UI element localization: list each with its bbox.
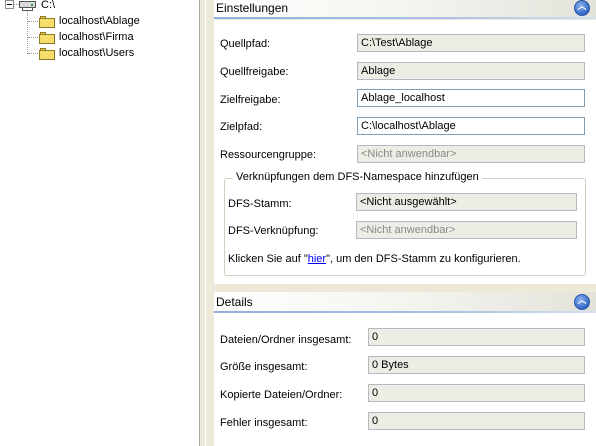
dfs-groupbox: Verknüpfungen dem DFS-Namespace hinzufüg… xyxy=(224,171,586,276)
dateien-field[interactable]: 0 xyxy=(368,328,585,346)
details-pane: Einstellungen ︿ Quellpfad: C:\Test\Ablag… xyxy=(206,0,596,446)
kopiert-label: Kopierte Dateien/Ordner: xyxy=(220,389,343,401)
details-section-body: Dateien/Ordner insgesamt: 0 Größe insges… xyxy=(214,313,596,446)
tree-node-ablage[interactable]: localhost\Ablage xyxy=(39,13,140,29)
quellpfad-label: Quellpfad: xyxy=(220,38,271,50)
dfs-verknuepfung-label: DFS-Verknüpfung: xyxy=(228,225,319,237)
tree-connector xyxy=(28,37,38,38)
dfs-verknuepfung-field: <Nicht anwendbar> xyxy=(356,221,577,239)
quellfreigabe-label: Quellfreigabe: xyxy=(220,66,289,78)
dfs-group-title: Verknüpfungen dem DFS-Namespace hinzufüg… xyxy=(233,171,482,183)
folder-icon xyxy=(39,31,55,44)
ressourcengruppe-label: Ressourcengruppe: xyxy=(220,149,317,161)
ressourcengruppe-field: <Nicht anwendbar> xyxy=(357,145,585,163)
fehler-field[interactable]: 0 xyxy=(368,412,585,430)
folder-icon xyxy=(39,15,55,28)
tree-node-root[interactable]: C:\ xyxy=(19,0,55,13)
section-title: Details xyxy=(216,295,253,309)
chevron-up-icon[interactable]: ︿ xyxy=(574,0,590,16)
tree-node-label: C:\ xyxy=(41,0,56,11)
quellpfad-field[interactable]: C:\Test\Ablage xyxy=(357,34,585,52)
settings-section-body: Quellpfad: C:\Test\Ablage Quellfreigabe:… xyxy=(214,20,596,284)
zielfreigabe-label: Zielfreigabe: xyxy=(220,94,281,106)
dfs-hint: Klicken Sie auf "hier", um den DFS-Stamm… xyxy=(228,253,521,265)
dfs-hint-prefix: Klicken Sie auf " xyxy=(228,253,308,265)
tree-node-label: localhost\Ablage xyxy=(59,15,140,27)
tree-node-label: localhost\Users xyxy=(59,47,135,59)
zielpfad-label: Zielpfad: xyxy=(220,121,263,133)
groesse-label: Größe insgesamt: xyxy=(220,361,308,373)
quellfreigabe-field[interactable]: Ablage xyxy=(357,62,585,80)
folder-tree: C:\ localhost\Ablage localhost\Firma loc… xyxy=(0,0,199,446)
fehler-label: Fehler insgesamt: xyxy=(220,417,308,429)
section-title: Einstellungen xyxy=(216,1,289,15)
configure-dfs-link[interactable]: hier xyxy=(308,253,326,265)
tree-connector xyxy=(28,21,38,22)
groesse-field[interactable]: 0 Bytes xyxy=(368,356,585,374)
dfs-stamm-field[interactable]: <Nicht ausgewählt> xyxy=(356,193,577,211)
tree-node-firma[interactable]: localhost\Firma xyxy=(39,29,134,45)
tree-node-label: localhost\Firma xyxy=(59,31,134,43)
network-drive-icon xyxy=(19,0,37,11)
tree-connector xyxy=(28,53,38,54)
tree-connector xyxy=(27,11,28,54)
settings-section-header: Einstellungen ︿ xyxy=(214,0,596,19)
tree-node-users[interactable]: localhost\Users xyxy=(39,45,134,61)
collapse-toggle[interactable] xyxy=(5,0,14,9)
folder-icon xyxy=(39,47,55,60)
details-section-header: Details ︿ xyxy=(214,292,596,313)
zielfreigabe-input[interactable]: Ablage_localhost xyxy=(357,89,585,107)
chevron-up-icon[interactable]: ︿ xyxy=(574,294,590,310)
pane-splitter[interactable] xyxy=(199,0,206,446)
zielpfad-input[interactable]: C:\localhost\Ablage xyxy=(357,117,585,135)
dfs-stamm-label: DFS-Stamm: xyxy=(228,198,292,210)
dfs-hint-suffix: ", um den DFS-Stamm zu konfigurieren. xyxy=(326,253,521,265)
kopiert-field[interactable]: 0 xyxy=(368,384,585,402)
dateien-label: Dateien/Ordner insgesamt: xyxy=(220,334,352,346)
